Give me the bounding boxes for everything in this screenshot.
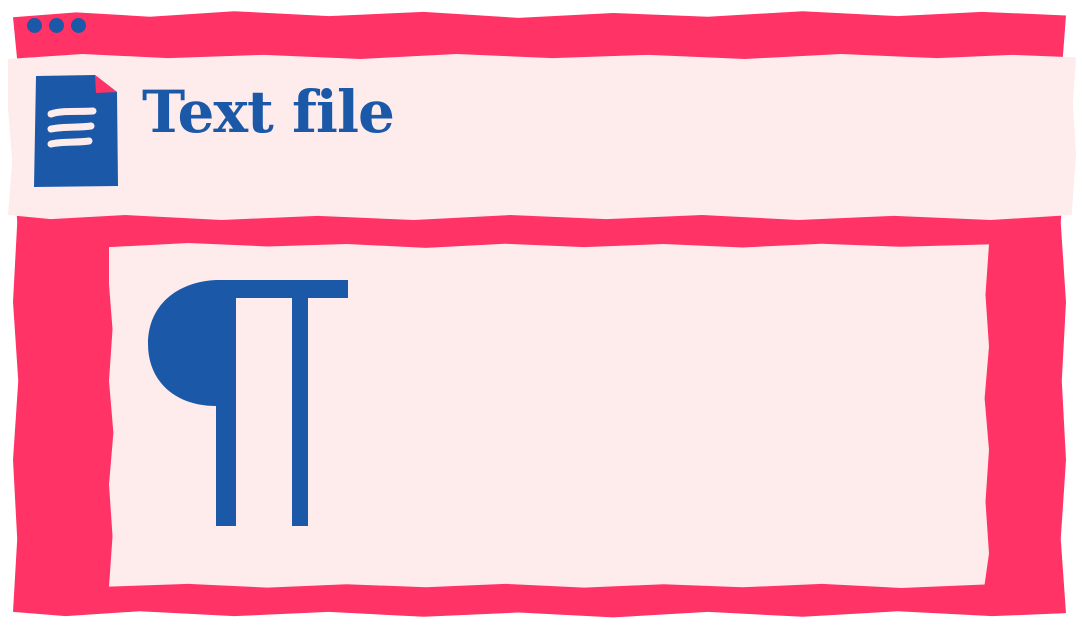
pilcrow-icon: [148, 280, 348, 526]
text-file-illustration: Text file: [0, 0, 1082, 630]
text-file-icon: [34, 75, 118, 187]
window-dot-2[interactable]: [49, 18, 64, 33]
window-dot-3[interactable]: [71, 18, 86, 33]
page-title: Text file: [142, 78, 395, 146]
window-dot-1[interactable]: [27, 18, 42, 33]
window-controls: [27, 18, 86, 33]
